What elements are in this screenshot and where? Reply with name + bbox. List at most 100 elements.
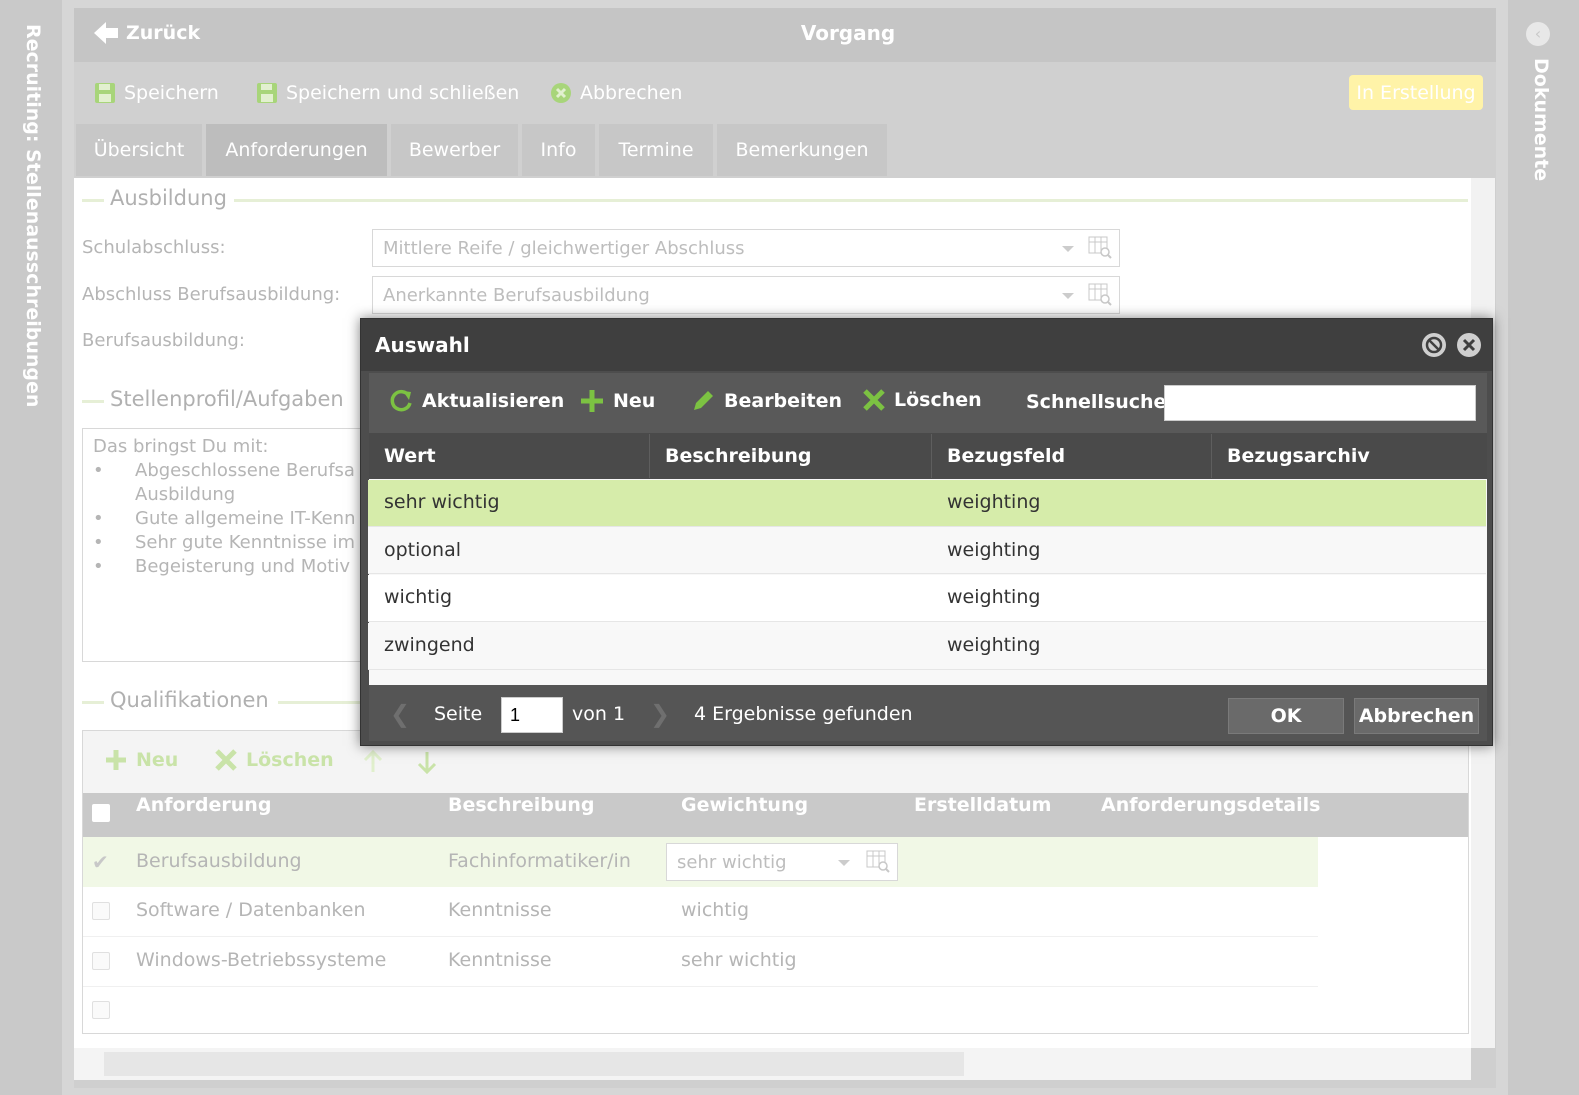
dialog-delete-label: Löschen (894, 389, 982, 411)
col-wert[interactable]: Wert (368, 434, 649, 478)
next-page-icon[interactable]: ❯ (650, 700, 670, 728)
section-stellenprofil: Stellenprofil/Aufgaben (106, 387, 348, 411)
table-row-selected[interactable] (368, 480, 1486, 527)
right-rail[interactable]: ‹ Dokumente (1508, 0, 1579, 1095)
dialog-new-button[interactable]: Neu (579, 388, 655, 414)
row-bezugsfeld: weighting (947, 491, 1041, 513)
page-title: Vorgang (800, 21, 896, 45)
refresh-button[interactable]: Aktualisieren (388, 388, 564, 414)
dialog-titlebar (361, 319, 1492, 371)
save-close-icon (257, 83, 277, 103)
quicksearch-input[interactable] (1164, 385, 1476, 421)
schulabschluss-value: Mittlere Reife / gleichwertiger Abschlus… (383, 237, 745, 259)
schulabschluss-field[interactable]: Mittlere Reife / gleichwertiger Abschlus… (372, 229, 1120, 267)
chevron-down-icon[interactable] (1062, 246, 1074, 252)
tab-uebersicht[interactable]: Übersicht (76, 124, 202, 176)
results-count: 4 Ergebnisse gefunden (694, 703, 913, 725)
left-rail-title: Recruiting: Stellenausschreibungen (22, 24, 44, 408)
chevron-down-icon[interactable] (838, 860, 850, 866)
save-icon (95, 83, 115, 103)
check-icon[interactable]: ✔ (92, 850, 109, 874)
gewichtung-field[interactable]: sehr wichtig (666, 843, 898, 881)
table-row[interactable] (368, 575, 1486, 622)
tab-bemerkungen[interactable]: Bemerkungen (717, 124, 887, 176)
save-close-label: Speichern und schließen (286, 82, 520, 104)
schulabschluss-label: Schulabschluss: (82, 237, 226, 258)
section-line (82, 701, 104, 704)
horizontal-scrollbar[interactable] (74, 1048, 1471, 1080)
arrow-up-icon[interactable] (362, 750, 384, 774)
cancel-button[interactable]: Abbrechen (550, 78, 682, 108)
maximize-icon[interactable] (1421, 332, 1447, 358)
prev-page-icon[interactable]: ❮ (390, 700, 410, 728)
col-anforderung[interactable]: Anforderung (136, 794, 271, 816)
title-bar: Zurück Vorgang (74, 8, 1496, 62)
page-input[interactable] (501, 697, 563, 733)
page-label: Seite (434, 703, 483, 725)
col-bezugsarchiv[interactable]: Bezugsarchiv (1211, 434, 1486, 478)
left-rail[interactable]: Recruiting: Stellenausschreibungen (0, 0, 62, 1095)
col-gewichtung[interactable]: Gewichtung (681, 794, 808, 816)
section-line (278, 701, 360, 704)
status-badge: In Erstellung (1349, 75, 1483, 110)
close-icon[interactable] (1456, 332, 1482, 358)
section-line (82, 400, 104, 403)
row-beschreibung: Kenntnisse (448, 949, 552, 971)
plus-icon (106, 750, 126, 770)
row-checkbox[interactable] (92, 952, 110, 970)
refresh-label: Aktualisieren (422, 390, 565, 412)
row-anforderung: Berufsausbildung (136, 850, 302, 872)
quicksearch-label: Schnellsuche (1026, 391, 1167, 413)
col-erstelldatum[interactable]: Erstelldatum (914, 794, 1051, 816)
chevron-down-icon[interactable] (1062, 293, 1074, 299)
cancel-label: Abbrechen (580, 82, 683, 104)
dialog-new-label: Neu (613, 390, 656, 412)
lookup-icon[interactable] (866, 850, 890, 874)
tab-bewerber[interactable]: Bewerber (391, 124, 518, 176)
cancel-icon (551, 83, 571, 103)
edit-label: Bearbeiten (724, 390, 843, 412)
dialog-delete-button[interactable]: Löschen (862, 388, 982, 412)
page-total: von 1 (572, 703, 626, 725)
edit-button[interactable]: Bearbeiten (690, 388, 842, 414)
lookup-icon[interactable] (1088, 283, 1112, 307)
save-close-button[interactable]: Speichern und schließen (256, 78, 519, 108)
row-beschreibung: Kenntnisse (448, 899, 552, 921)
row-gewichtung: wichtig (681, 899, 750, 921)
tab-anforderungen[interactable]: Anforderungen (206, 124, 387, 176)
grid-delete-label: Löschen (246, 749, 334, 771)
section-line (234, 199, 1468, 202)
profil-item: Begeisterung und Motiv (135, 556, 351, 577)
stellenprofil-textarea[interactable]: Das bringst Du mit: • Abgeschlossene Beru… (82, 428, 372, 662)
col-beschreibung[interactable]: Beschreibung (649, 434, 931, 478)
table-row[interactable] (368, 527, 1486, 574)
lookup-icon[interactable] (1088, 236, 1112, 260)
tab-termine[interactable]: Termine (599, 124, 713, 176)
row-checkbox[interactable] (92, 902, 110, 920)
row-checkbox[interactable] (92, 1001, 110, 1019)
profil-item: Ausbildung (135, 484, 236, 505)
dialog-cancel-button[interactable]: Abbrechen (1354, 698, 1479, 734)
x-icon (863, 389, 885, 411)
row-beschreibung: Fachinformatiker/in (448, 850, 631, 872)
row-anforderung: Windows-Betriebssysteme (136, 949, 387, 971)
tab-info[interactable]: Info (522, 124, 595, 176)
profil-item: Sehr gute Kenntnisse im (135, 532, 356, 553)
arrow-down-icon[interactable] (416, 750, 438, 774)
right-rail-title: Dokumente (1530, 58, 1552, 182)
abschluss-berufsausbildung-field[interactable]: Anerkannte Berufsausbildung (372, 276, 1120, 314)
grid-new-button[interactable]: Neu (104, 748, 178, 772)
pencil-icon (694, 391, 713, 410)
section-qualifikationen: Qualifikationen (106, 688, 273, 712)
ok-button[interactable]: OK (1228, 698, 1344, 734)
save-button[interactable]: Speichern (94, 78, 219, 108)
section-line (82, 199, 104, 202)
profil-item: Abgeschlossene Berufsa (135, 460, 355, 481)
col-bezugsfeld[interactable]: Bezugsfeld (931, 434, 1211, 478)
col-anforderungsdetails[interactable]: Anforderungsdetails (1101, 794, 1320, 816)
table-row[interactable] (368, 623, 1486, 670)
select-all-checkbox[interactable] (92, 804, 110, 822)
row-wert: sehr wichtig (384, 491, 500, 513)
grid-delete-button[interactable]: Löschen (214, 748, 334, 772)
col-beschreibung[interactable]: Beschreibung (448, 794, 595, 816)
